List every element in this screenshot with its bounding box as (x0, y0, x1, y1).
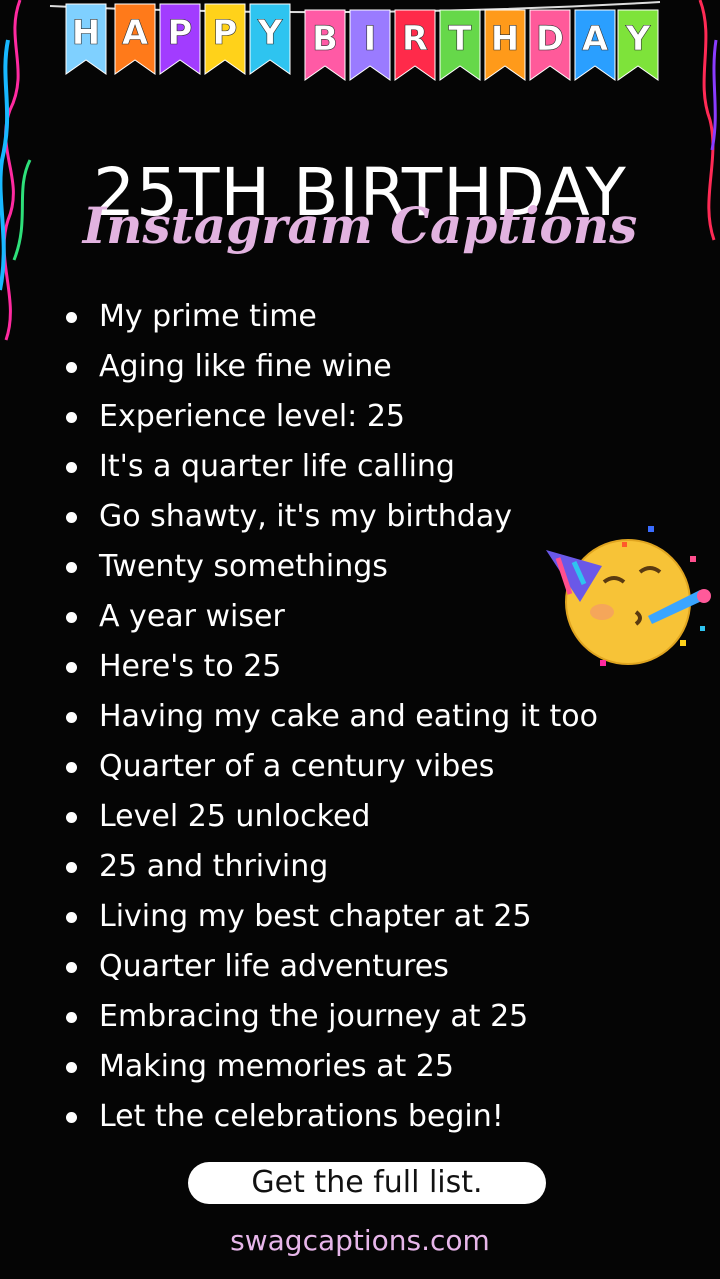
list-item: Having my cake and eating it too (62, 692, 598, 742)
banner-flag: Y (249, 3, 291, 75)
bullet-icon (66, 411, 77, 423)
caption-list: My prime time Aging like fine wine Exper… (62, 292, 598, 1142)
caption-text: Experience level: 25 (99, 399, 405, 434)
caption-text: Twenty somethings (99, 549, 388, 584)
banner-flag: T (439, 9, 481, 81)
banner-letter: T (448, 19, 472, 59)
banner-flag: R (394, 9, 436, 81)
list-item: 25 and thriving (62, 842, 598, 892)
banner-flag: D (529, 9, 571, 81)
banner-flag: P (204, 3, 246, 75)
banner-flag: P (159, 3, 201, 75)
caption-text: A year wiser (99, 599, 285, 634)
caption-text: 25 and thriving (99, 849, 329, 884)
caption-text: Having my cake and eating it too (99, 699, 598, 734)
banner-letter: A (582, 19, 609, 59)
banner-flag: H (484, 9, 526, 81)
caption-text: Go shawty, it's my birthday (99, 499, 512, 534)
bullet-icon (66, 661, 77, 673)
list-item: Here's to 25 (62, 642, 598, 692)
banner-letter: H (491, 19, 519, 59)
caption-text: It's a quarter life calling (99, 449, 455, 484)
bullet-icon (66, 511, 77, 523)
website-url[interactable]: swagcaptions.com (0, 1224, 720, 1257)
bullet-icon (66, 361, 77, 373)
list-item: Embracing the journey at 25 (62, 992, 598, 1042)
list-item: It's a quarter life calling (62, 442, 598, 492)
bullet-icon (66, 911, 77, 923)
list-item: My prime time (62, 292, 598, 342)
banner-letter: A (122, 13, 149, 53)
banner-letter: Y (257, 13, 283, 53)
bullet-icon (66, 761, 77, 773)
banner-flag: A (574, 9, 616, 81)
caption-text: Embracing the journey at 25 (99, 999, 529, 1034)
banner-flag: A (114, 3, 156, 75)
caption-text: Living my best chapter at 25 (99, 899, 532, 934)
happy-birthday-banner: HAPPYBIRTHDAY (0, 0, 720, 90)
caption-text: My prime time (99, 299, 317, 334)
list-item: Living my best chapter at 25 (62, 892, 598, 942)
bullet-icon (66, 311, 77, 323)
list-item: Level 25 unlocked (62, 792, 598, 842)
list-item: A year wiser (62, 592, 598, 642)
bullet-icon (66, 711, 77, 723)
bullet-icon (66, 861, 77, 873)
banner-letter: P (168, 13, 193, 53)
caption-text: Aging like fine wine (99, 349, 392, 384)
caption-text: Quarter life adventures (99, 949, 449, 984)
caption-text: Level 25 unlocked (99, 799, 371, 834)
bullet-icon (66, 1111, 77, 1123)
bullet-icon (66, 461, 77, 473)
caption-text: Here's to 25 (99, 649, 282, 684)
banner-letter: B (312, 19, 338, 59)
banner-letter: P (213, 13, 238, 53)
banner-flag: H (65, 3, 107, 75)
list-item: Making memories at 25 (62, 1042, 598, 1092)
page-subtitle: Instagram Captions (82, 196, 638, 255)
list-item: Experience level: 25 (62, 392, 598, 442)
list-item: Aging like fine wine (62, 342, 598, 392)
bullet-icon (66, 811, 77, 823)
list-item: Go shawty, it's my birthday (62, 492, 598, 542)
get-full-list-button[interactable]: Get the full list. (188, 1162, 546, 1204)
list-item: Twenty somethings (62, 542, 598, 592)
bullet-icon (66, 961, 77, 973)
bullet-icon (66, 561, 77, 573)
banner-flag: B (304, 9, 346, 81)
partying-face-icon (546, 526, 711, 666)
banner-flag: I (349, 9, 391, 81)
caption-text: Quarter of a century vibes (99, 749, 495, 784)
banner-letter: Y (625, 19, 651, 59)
banner-letter: R (402, 19, 428, 59)
banner-letter: H (72, 13, 100, 53)
list-item: Quarter of a century vibes (62, 742, 598, 792)
caption-text: Making memories at 25 (99, 1049, 454, 1084)
list-item: Quarter life adventures (62, 942, 598, 992)
list-item: Let the celebrations begin! (62, 1092, 598, 1142)
bullet-icon (66, 1061, 77, 1073)
banner-flag: Y (617, 9, 659, 81)
bullet-icon (66, 1011, 77, 1023)
bunting-flags: HAPPYBIRTHDAY (49, 1, 661, 81)
banner-letter: D (536, 19, 564, 59)
bullet-icon (66, 611, 77, 623)
caption-text: Let the celebrations begin! (99, 1099, 504, 1134)
banner-letter: I (364, 19, 377, 59)
